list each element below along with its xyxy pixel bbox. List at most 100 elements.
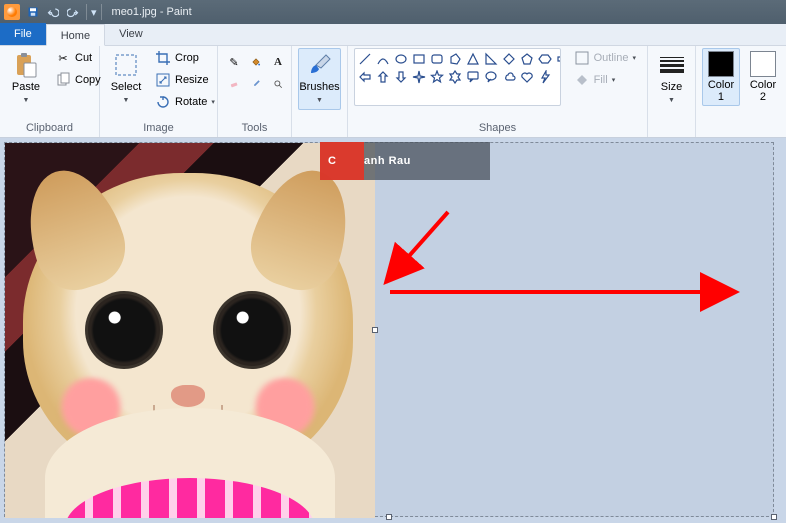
magnifier-tool[interactable] [268, 74, 288, 94]
color1-label: Color 1 [708, 79, 734, 103]
paste-button[interactable]: Paste ▼ [6, 48, 46, 110]
shape-star6[interactable] [447, 69, 463, 85]
group-label-tools: Tools [224, 120, 285, 137]
eraser-tool[interactable] [224, 74, 244, 94]
eraser-icon [229, 76, 239, 92]
select-icon [112, 51, 140, 79]
copy-label: Copy [75, 74, 101, 86]
redo-icon [67, 6, 79, 18]
shape-pentagon[interactable] [519, 51, 535, 67]
shape-fill-button[interactable]: Fill ▾ [569, 70, 641, 90]
shape-hexagon[interactable] [537, 51, 553, 67]
workspace [0, 138, 786, 523]
rotate-icon [155, 94, 171, 110]
paint-app-icon [4, 4, 20, 20]
crop-label: Crop [175, 52, 199, 64]
color-picker-tool[interactable] [246, 74, 266, 94]
shape-arrow-up[interactable] [375, 69, 391, 85]
image-content [5, 143, 375, 518]
chevron-down-icon: ▼ [23, 97, 30, 104]
cut-button[interactable]: ✂ Cut [50, 48, 106, 68]
shape-curve[interactable] [375, 51, 391, 67]
brushes-button[interactable]: Brushes▼ [298, 48, 341, 110]
group-colors: Color 1 Color 2 [696, 46, 786, 137]
shapes-grid [357, 51, 561, 103]
shape-diamond[interactable] [501, 51, 517, 67]
bucket-icon [251, 54, 261, 70]
resize-handle-e[interactable] [372, 327, 378, 333]
shape-arrow-right[interactable] [555, 51, 561, 67]
chevron-down-icon: ▾ [612, 76, 616, 84]
shape-triangle[interactable] [465, 51, 481, 67]
color2-swatch [750, 51, 776, 77]
shape-heart[interactable] [519, 69, 535, 85]
shape-polygon[interactable] [447, 51, 463, 67]
size-button[interactable]: Size▼ [652, 48, 692, 110]
group-label-clipboard: Clipboard [6, 120, 93, 137]
resize-handle-se[interactable] [771, 514, 777, 520]
shape-right-triangle[interactable] [483, 51, 499, 67]
group-clipboard: Paste ▼ ✂ Cut Copy Clipboard [0, 46, 100, 137]
text-icon: A [273, 54, 283, 70]
group-label-colors [702, 120, 786, 137]
undo-button[interactable] [44, 3, 62, 21]
color2-button[interactable]: Color 2 [744, 48, 782, 106]
tab-view[interactable]: View [105, 23, 157, 45]
chevron-down-icon: ▾ [211, 98, 215, 106]
save-button[interactable] [24, 3, 42, 21]
save-icon [27, 6, 39, 18]
pencil-tool[interactable]: ✎ [224, 52, 244, 72]
color1-swatch [708, 51, 734, 77]
resize-button[interactable]: Resize [150, 70, 220, 90]
pencil-icon: ✎ [229, 54, 239, 70]
shapes-gallery[interactable]: ▲ ▼ ▾ [354, 48, 561, 106]
ribbon-tabs: File Home View [0, 24, 786, 46]
scissors-icon: ✂ [55, 50, 71, 66]
magnifier-icon [273, 76, 283, 92]
resize-icon [155, 72, 171, 88]
shape-callout-oval[interactable] [483, 69, 499, 85]
shape-star4[interactable] [411, 69, 427, 85]
shape-roundrect[interactable] [429, 51, 445, 67]
separator [101, 4, 102, 20]
fill-tool[interactable] [246, 52, 266, 72]
group-tools: ✎ A Tools [218, 46, 292, 137]
shape-rect[interactable] [411, 51, 427, 67]
canvas[interactable] [4, 142, 774, 517]
shape-line[interactable] [357, 51, 373, 67]
shape-callout-rect[interactable] [465, 69, 481, 85]
tab-home[interactable]: Home [46, 24, 105, 46]
resize-handle-s[interactable] [386, 514, 392, 520]
text-tool[interactable]: A [268, 52, 288, 72]
paste-label: Paste [12, 81, 40, 93]
customize-qat-dropdown[interactable]: ▾ [91, 6, 97, 19]
color1-button[interactable]: Color 1 [702, 48, 740, 106]
chevron-down-icon: ▼ [123, 97, 130, 104]
crop-icon [155, 50, 171, 66]
tab-file[interactable]: File [0, 23, 46, 45]
crop-button[interactable]: Crop [150, 48, 220, 68]
shape-callout-cloud[interactable] [501, 69, 517, 85]
eyedropper-icon [251, 76, 261, 92]
brushes-label: Brushes [299, 81, 339, 93]
shape-arrow-left[interactable] [357, 69, 373, 85]
shape-arrow-down[interactable] [393, 69, 409, 85]
shape-lightning[interactable] [537, 69, 553, 85]
separator [86, 4, 87, 20]
redo-button[interactable] [64, 3, 82, 21]
cut-label: Cut [75, 52, 92, 64]
watermark-right: anh Rau [364, 155, 411, 167]
group-label-brushes [298, 120, 341, 137]
shape-star5[interactable] [429, 69, 445, 85]
watermark-left: C [328, 155, 336, 167]
outline-icon [574, 50, 590, 66]
shape-outline-button[interactable]: Outline ▾ [569, 48, 641, 68]
copy-icon [55, 72, 71, 88]
select-button[interactable]: Select▼ [106, 48, 146, 110]
copy-button[interactable]: Copy [50, 70, 106, 90]
group-shapes: ▲ ▼ ▾ Outline ▾ Fill ▾ Shapes [348, 46, 648, 137]
outline-label: Outline [594, 52, 629, 64]
rotate-button[interactable]: Rotate ▾ [150, 92, 220, 112]
shape-oval[interactable] [393, 51, 409, 67]
group-image: Select▼ Crop Resize Rotate ▾ Image [100, 46, 218, 137]
